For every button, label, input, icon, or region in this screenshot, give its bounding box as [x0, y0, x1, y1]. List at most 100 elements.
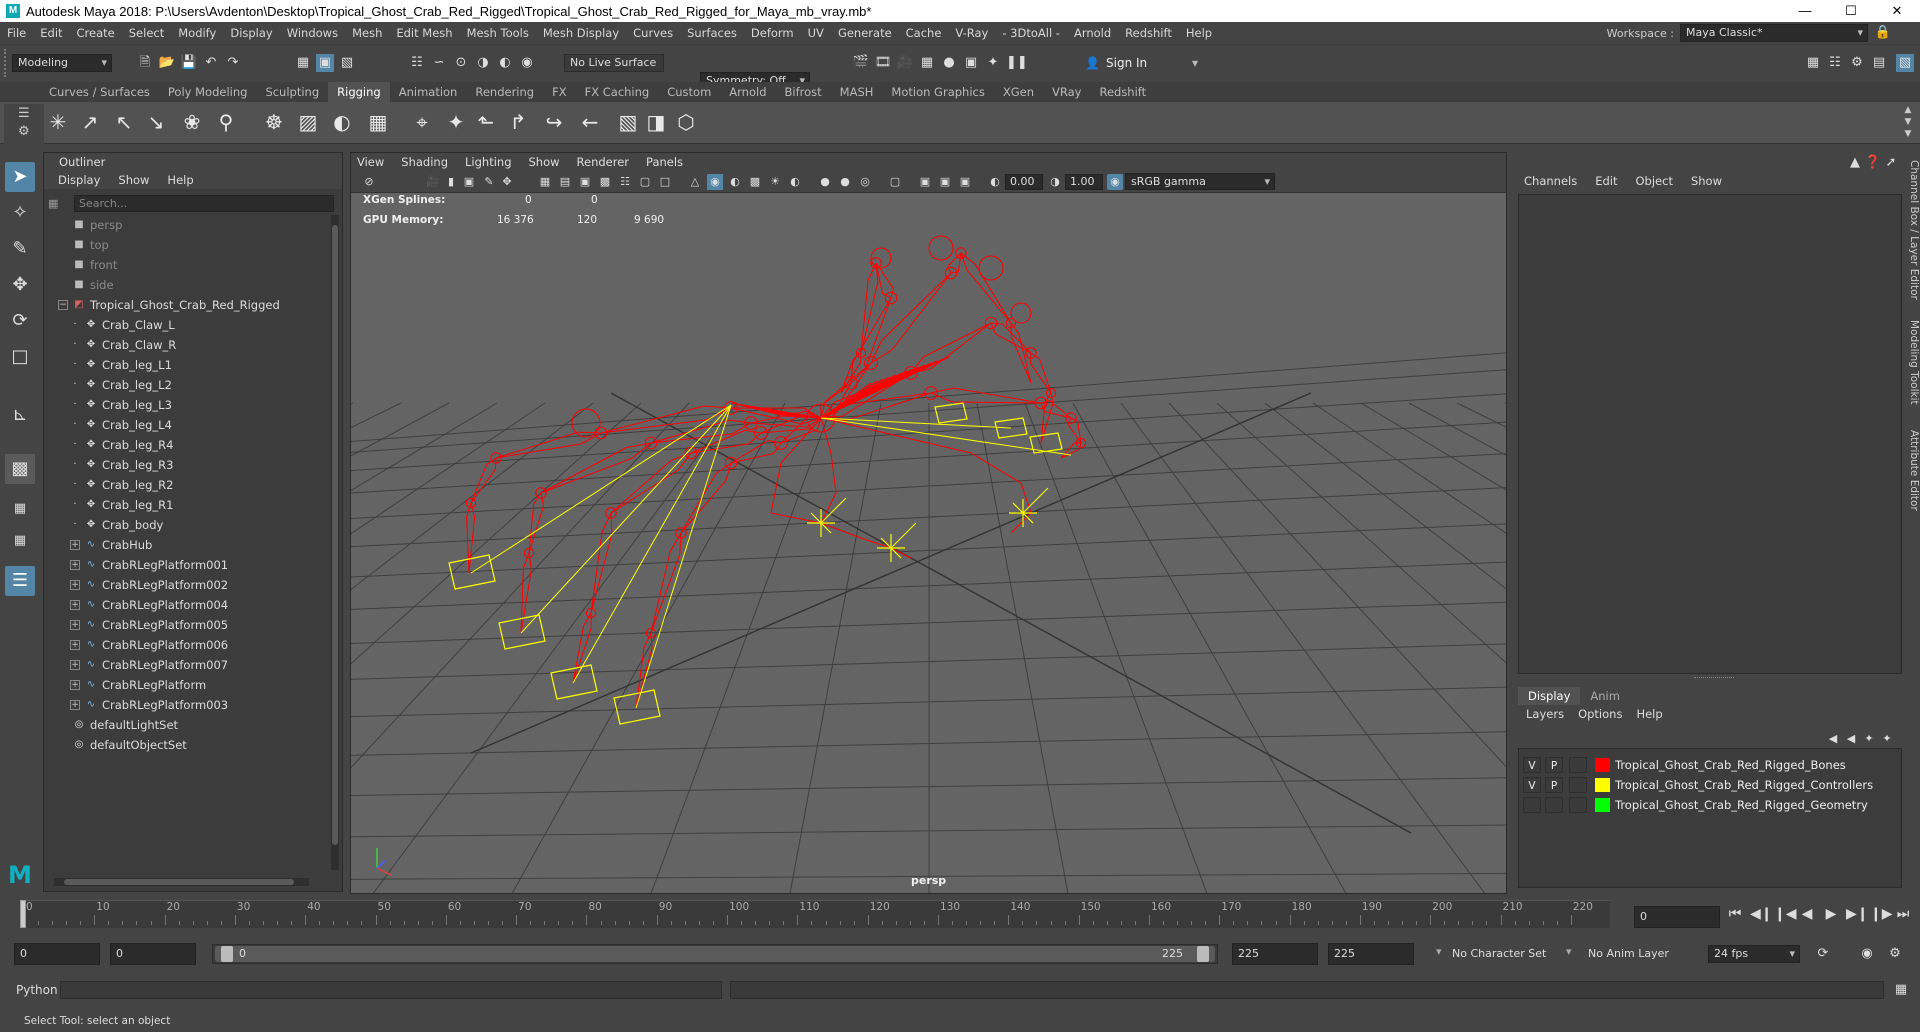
insert-joint-icon[interactable]: ↘ — [140, 106, 172, 138]
outliner-item-crab-leg-l2[interactable]: · ✥ Crab_leg_L2 — [44, 375, 329, 395]
outliner-item-crabrlegplatform003[interactable]: + ∿ CrabRLegPlatform003 — [44, 695, 329, 715]
color-management-icon[interactable]: ◉ — [1107, 174, 1123, 190]
layer-playback-toggle[interactable]: P — [1545, 757, 1563, 773]
menu-mesh-display[interactable]: Mesh Display — [536, 26, 626, 40]
layer-color-swatch[interactable] — [1595, 758, 1610, 772]
move-layer-up-icon[interactable]: ◀ — [1824, 730, 1842, 748]
joint-tool-icon[interactable]: ✳ — [42, 106, 74, 138]
expand-icon[interactable]: + — [70, 640, 80, 650]
tab-modeling-toolkit[interactable]: Modeling Toolkit — [1904, 320, 1920, 405]
expand-icon[interactable]: + — [70, 660, 80, 670]
ik-handle-icon[interactable]: ↗ — [74, 106, 106, 138]
current-frame-field[interactable]: 0 — [1634, 906, 1720, 928]
pin-icon[interactable]: ➚ — [1882, 154, 1900, 172]
outliner-item-crab-leg-r1[interactable]: · ✥ Crab_leg_R1 — [44, 495, 329, 515]
human-ik-icon[interactable]: ⚲ — [210, 106, 242, 138]
viewport-menu-panels[interactable]: Panels — [646, 155, 683, 169]
persp-outliner-layout-icon[interactable]: ▦ — [5, 526, 35, 556]
snap-curve-icon[interactable]: ∽ — [430, 54, 448, 72]
menu-arnold[interactable]: Arnold — [1067, 26, 1118, 40]
step-back-frame-icon[interactable]: ❙◀ — [1774, 906, 1797, 922]
vray-frame-buffer-icon[interactable]: ▣ — [962, 54, 980, 72]
locator-icon[interactable]: ✦ — [440, 106, 472, 138]
viewport-menu-renderer[interactable]: Renderer — [577, 155, 630, 169]
xray-joints-icon[interactable]: ▣ — [937, 174, 953, 190]
channel-box-menu-edit[interactable]: Edit — [1595, 174, 1617, 188]
gate-mask-icon[interactable]: ▩ — [597, 174, 613, 190]
range-start-knob[interactable] — [221, 946, 233, 962]
outliner-item-crab-claw-r[interactable]: · ✥ Crab_Claw_R — [44, 335, 329, 355]
shadows-icon[interactable]: ◐ — [787, 174, 803, 190]
last-tool-icon[interactable]: ⊾ — [5, 400, 35, 430]
smooth-bind-icon[interactable]: ▨ — [292, 106, 324, 138]
outliner-item-crabrlegplatform007[interactable]: + ∿ CrabRLegPlatform007 — [44, 655, 329, 675]
gamma-field[interactable]: 1.00 — [1065, 174, 1103, 190]
tab-rigging[interactable]: Rigging — [328, 82, 390, 102]
paint-select-tool-icon[interactable]: ✎ — [5, 234, 35, 264]
expand-icon[interactable]: + — [70, 600, 80, 610]
lock-icon[interactable]: 🔒 — [1874, 24, 1892, 42]
viewport-menu-show[interactable]: Show — [529, 155, 560, 169]
field-chart-icon[interactable]: ☷ — [617, 174, 633, 190]
anim-layer-chevron-icon[interactable]: ▾ — [1566, 945, 1572, 958]
current-time-marker[interactable] — [20, 900, 26, 928]
viewport-scene[interactable] — [351, 193, 1507, 893]
grid-icon[interactable]: ▦ — [537, 174, 553, 190]
menu-edit-mesh[interactable]: Edit Mesh — [389, 26, 459, 40]
tab-vray[interactable]: VRay — [1043, 82, 1090, 102]
outliner-item-crab-body[interactable]: · ✥ Crab_body — [44, 515, 329, 535]
expand-icon[interactable]: + — [70, 580, 80, 590]
menu-curves[interactable]: Curves — [626, 26, 680, 40]
layer-menu-layers[interactable]: Layers — [1526, 707, 1564, 721]
menu-generate[interactable]: Generate — [831, 26, 899, 40]
outliner-item-top[interactable]: ■ top — [44, 235, 329, 255]
scale-tool-icon[interactable]: □ — [5, 342, 35, 372]
outliner-search-input[interactable]: Search... — [74, 195, 334, 212]
step-forward-key-icon[interactable]: ❙▶ — [1870, 906, 1893, 922]
attribute-editor-icon[interactable]: ☷ — [1826, 54, 1844, 72]
snap-view-plane-icon[interactable]: ◐ — [496, 54, 514, 72]
render-view-icon[interactable]: ✦ — [984, 54, 1002, 72]
menu-redshift[interactable]: Redshift — [1118, 26, 1179, 40]
textured-icon[interactable]: ▩ — [747, 174, 763, 190]
outliner-menu-display[interactable]: Display — [58, 173, 100, 187]
playback-end-field[interactable]: 225 — [1232, 943, 1318, 965]
camera-attributes-icon[interactable]: 🎥 — [425, 174, 441, 190]
layer-color-swatch[interactable] — [1595, 798, 1610, 812]
curve-warp-icon[interactable]: ⬡ — [670, 106, 702, 138]
playback-start-field[interactable]: 0 — [110, 943, 196, 965]
live-surface-field[interactable]: No Live Surface — [564, 54, 664, 72]
outliner-item-crabhub[interactable]: + ∿ CrabHub — [44, 535, 329, 555]
modeling-toolkit-icon[interactable]: ▦ — [1804, 54, 1822, 72]
time-slider-track[interactable]: 0 10 20 30 40 50 60 70 80 90 100 110 120 130 140 150 160… — [20, 900, 1610, 928]
wireframe-icon[interactable]: △ — [687, 174, 703, 190]
tab-curves-surfaces[interactable]: Curves / Surfaces — [40, 82, 159, 102]
tab-redshift[interactable]: Redshift — [1090, 82, 1155, 102]
color-space-dropdown[interactable]: sRGB gamma — [1125, 173, 1275, 190]
shelf-scroll[interactable]: ▲ ▼ ▼ — [1902, 104, 1914, 142]
outliner-item-tropical-ghost-crab-red-rigged[interactable]: − ◩ Tropical_Ghost_Crab_Red_Rigged — [44, 295, 329, 315]
save-scene-icon[interactable]: 💾 — [180, 54, 198, 72]
command-input[interactable] — [60, 981, 722, 999]
outliner-item-defaultobjectset[interactable]: ◎ defaultObjectSet — [44, 735, 329, 755]
select-component-icon[interactable]: ▧ — [338, 54, 356, 72]
panel-splitter[interactable] — [1694, 677, 1734, 681]
outliner-item-crab-leg-r3[interactable]: · ✥ Crab_leg_R3 — [44, 455, 329, 475]
film-gate-icon[interactable]: ▤ — [557, 174, 573, 190]
move-tool-icon[interactable]: ✥ — [5, 270, 35, 300]
menu-edit[interactable]: Edit — [33, 26, 69, 40]
outliner-item-crab-leg-r4[interactable]: · ✥ Crab_leg_R4 — [44, 435, 329, 455]
redo-icon[interactable]: ↷ — [224, 54, 242, 72]
tab-mash[interactable]: MASH — [831, 82, 883, 102]
layer-playback-toggle[interactable]: P — [1545, 777, 1563, 793]
menu-mesh[interactable]: Mesh — [345, 26, 389, 40]
new-scene-icon[interactable]: 🗎 — [136, 54, 154, 72]
wireframe-on-shaded-icon[interactable]: ◐ — [727, 174, 743, 190]
tab-channel-box-layer-editor[interactable]: Channel Box / Layer Editor — [1904, 160, 1920, 300]
channel-box-menu-show[interactable]: Show — [1691, 174, 1722, 188]
outliner-item-crabrlegplatform002[interactable]: + ∿ CrabRLegPlatform002 — [44, 575, 329, 595]
display-layer[interactable]: V P Tropical_Ghost_Crab_Red_Rigged_Bones — [1519, 755, 1899, 775]
tab-attribute-editor[interactable]: Attribute Editor — [1904, 430, 1920, 511]
animation-preferences-icon[interactable]: ⚙ — [1886, 945, 1904, 963]
pause-render-icon[interactable]: ❚❚ — [1006, 54, 1028, 72]
